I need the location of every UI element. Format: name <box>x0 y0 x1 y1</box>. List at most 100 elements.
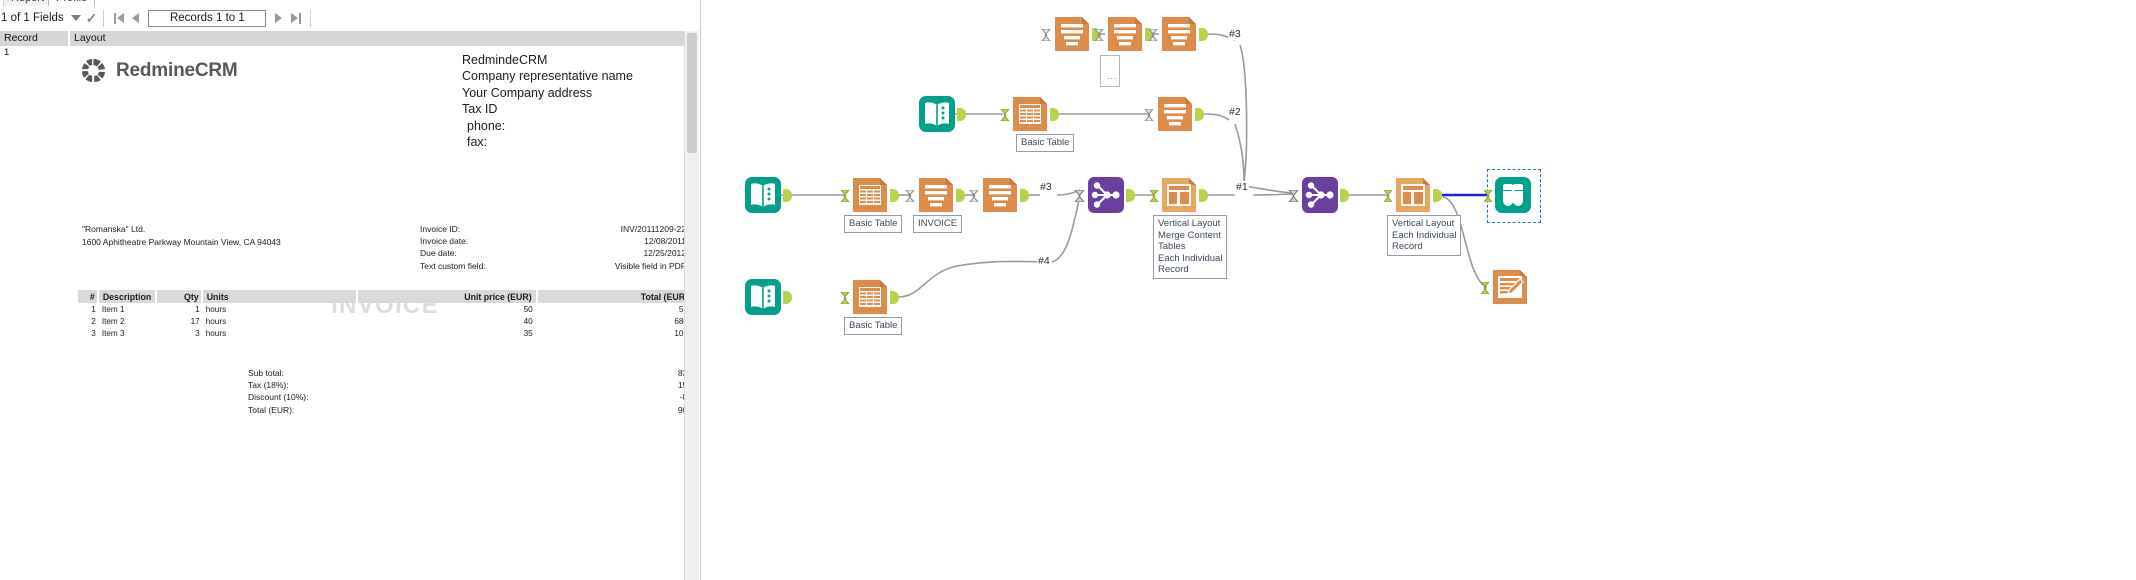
output-port[interactable] <box>956 189 965 202</box>
company-line: Company representative name <box>462 69 633 84</box>
report-text-icon <box>916 175 956 215</box>
workflow-node-layout-merge[interactable] <box>1148 175 1208 215</box>
column-header-total: Total (EUR) <box>536 290 692 303</box>
node-label: INVOICE <box>913 215 963 233</box>
input-anchor-icon <box>1382 189 1394 203</box>
cell-total: 50 <box>537 303 692 315</box>
meta-value: 12/25/2012 <box>643 248 686 259</box>
previous-record-button[interactable] <box>127 10 144 27</box>
output-port[interactable] <box>1126 189 1135 202</box>
output-port[interactable] <box>1433 189 1442 202</box>
cell-units: hours <box>205 328 227 338</box>
cell-qty: 3 <box>195 328 200 338</box>
output-port[interactable] <box>890 189 899 202</box>
join-multiple-icon <box>1086 175 1126 215</box>
table-icon <box>850 277 890 317</box>
last-record-button[interactable] <box>287 10 304 27</box>
output-port[interactable] <box>1340 189 1349 202</box>
output-port[interactable] <box>890 291 899 304</box>
invoice-document: RedmineCRM RedmindeCRM Company represent… <box>70 47 700 580</box>
workflow-node-join[interactable] <box>1287 175 1349 215</box>
workflow-node-input-data[interactable] <box>917 94 966 134</box>
fields-selector[interactable]: 1 of 1 Fields ✓ <box>0 11 97 25</box>
column-header-record[interactable]: Record <box>0 31 70 46</box>
workflow-node-join[interactable] <box>1073 175 1135 215</box>
client-line: 1600 Aphitheatre Parkway Mountain View, … <box>82 236 281 247</box>
first-record-button[interactable] <box>110 10 127 27</box>
render-document-icon <box>1490 267 1530 307</box>
workflow-node-invoice-text[interactable] <box>904 175 965 215</box>
input-anchor-icon <box>999 108 1011 122</box>
workflow-node-report-text[interactable] <box>1040 14 1101 54</box>
next-record-button[interactable] <box>270 10 287 27</box>
column-header-qty: Qty <box>156 290 203 303</box>
input-anchor-icon <box>1479 281 1491 295</box>
book-input-icon <box>743 277 783 317</box>
input-anchor-icon <box>839 189 851 203</box>
column-header-layout[interactable]: Layout <box>70 31 700 46</box>
join-multiple-icon <box>1300 175 1340 215</box>
brand-logo: RedmineCRM <box>80 57 238 84</box>
client-address-block: "Romanska" Ltd. 1600 Aphitheatre Parkway… <box>82 223 281 248</box>
meta-key: Invoice date: <box>420 236 469 247</box>
column-header-number: # <box>78 290 99 303</box>
input-anchor-icon <box>1143 108 1155 122</box>
totals-block: Sub total: 835 Tax (18%): 150 Discount (… <box>248 367 692 416</box>
workflow-node-render[interactable] <box>1479 267 1530 307</box>
meta-row: Invoice date: 12/08/2011 <box>420 235 686 247</box>
input-anchor-icon <box>1482 189 1494 203</box>
workflow-node-basic-table[interactable] <box>839 277 899 317</box>
workflow-node-browse[interactable] <box>1482 175 1533 215</box>
workflow-node-report-text[interactable] <box>1147 14 1208 54</box>
layout-icon <box>1393 175 1433 215</box>
meta-row: Due date: 12/25/2012 <box>420 247 686 259</box>
workflow-node-basic-table[interactable] <box>839 175 899 215</box>
table-header-row: # Description Qty Units Unit price (EUR)… <box>78 290 692 303</box>
cell-number: 1 <box>91 304 96 314</box>
output-port[interactable] <box>1195 108 1204 121</box>
workflow-node-report-text[interactable] <box>968 175 1029 215</box>
redmine-gear-icon <box>80 57 107 84</box>
meta-value: INV/20111209-22 <box>620 224 686 234</box>
column-header-description: Description <box>97 290 158 303</box>
total-row: Tax (18%): 150 <box>248 379 692 391</box>
column-header-units: Units <box>201 290 358 303</box>
workflow-canvas[interactable]: ... Basic Table Basic Table INVOICE Vert… <box>707 0 2136 580</box>
invoice-meta-block: Invoice ID: INV/20111209-22 Invoice date… <box>420 223 686 272</box>
output-port[interactable] <box>957 108 966 121</box>
collapsed-container-box[interactable]: ... <box>1100 55 1120 87</box>
workflow-node-input-data[interactable] <box>743 175 792 215</box>
output-port[interactable] <box>1199 189 1208 202</box>
wire-label-2: #2 <box>1228 106 1242 118</box>
company-line: Your Company address <box>462 85 593 100</box>
report-preview-pane: Report Profile 1 of 1 Fields ✓ Records 1… <box>0 0 700 580</box>
input-anchor-icon <box>1147 28 1159 42</box>
scrollbar-thumb[interactable] <box>687 33 697 153</box>
output-port[interactable] <box>1199 28 1208 41</box>
output-port[interactable] <box>1050 108 1059 121</box>
company-line: RedmindeCRM <box>462 53 548 67</box>
workflow-node-layout-each-record[interactable] <box>1382 175 1442 215</box>
workflow-node-report-text[interactable] <box>1143 94 1204 134</box>
output-port[interactable] <box>783 189 792 202</box>
total-key: Discount (10%): <box>248 392 309 403</box>
check-icon[interactable]: ✓ <box>86 11 98 25</box>
cell-description: Item 3 <box>101 328 125 338</box>
table-row: 1 Item 1 1 hours 50 50 <box>78 303 692 315</box>
company-block: RedmindeCRM Company representative name … <box>462 52 633 150</box>
meta-key: Invoice ID: <box>420 224 461 234</box>
node-label: Basic Table <box>844 215 903 233</box>
workflow-node-basic-table[interactable] <box>999 94 1059 134</box>
meta-row: Invoice ID: INV/20111209-22 <box>420 223 686 235</box>
output-port[interactable] <box>783 291 792 304</box>
workflow-connections <box>753 33 1488 298</box>
preview-scrollbar[interactable] <box>684 31 699 580</box>
meta-key: Due date: <box>420 248 457 259</box>
workflow-node-input-data[interactable] <box>743 277 792 317</box>
workflow-node-report-text[interactable] <box>1093 14 1154 54</box>
chevron-down-icon[interactable] <box>70 15 81 21</box>
ellipsis-label: ... <box>1107 71 1118 81</box>
records-range-field[interactable]: Records 1 to 1 <box>148 9 267 27</box>
input-anchor-icon <box>904 189 916 203</box>
output-port[interactable] <box>1020 189 1029 202</box>
